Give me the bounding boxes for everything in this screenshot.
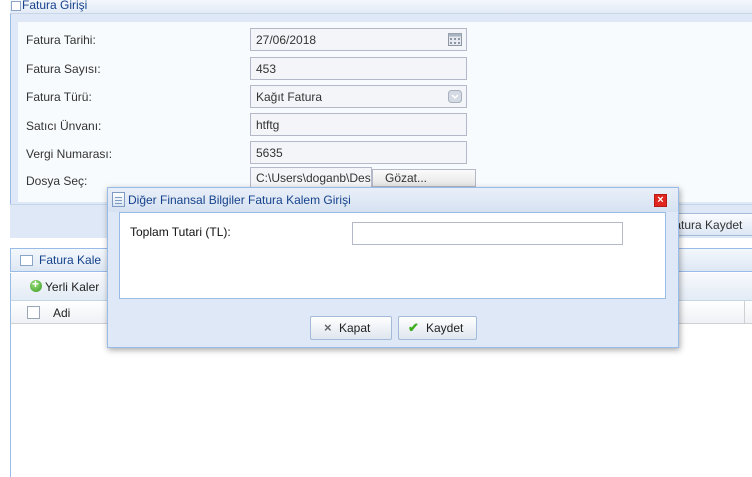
select-all-checkbox[interactable] — [27, 306, 40, 319]
label-fatura-turu: Fatura Türü: — [26, 90, 92, 104]
kalem-dialog: Diğer Finansal Bilgiler Fatura Kalem Gir… — [107, 187, 679, 348]
close-x-icon: × — [324, 320, 332, 335]
gozat-button[interactable]: Gözat... — [372, 169, 476, 187]
grid-title: Fatura Kale — [39, 253, 102, 267]
grid-icon — [20, 255, 33, 266]
panel-title: Fatura Girişi — [22, 0, 88, 12]
dialog-body: Toplam Tutari (TL): — [119, 212, 666, 299]
fatura-kaydet-label: Fatura Kaydet — [672, 218, 743, 232]
dialog-titlebar[interactable]: Diğer Finansal Bilgiler Fatura Kalem Gir… — [108, 188, 678, 212]
label-fatura-tarihi: Fatura Tarihi: — [26, 33, 96, 47]
add-icon[interactable] — [30, 277, 42, 292]
form-icon — [11, 1, 21, 11]
fatura-sayisi-field[interactable]: 453 — [250, 57, 467, 80]
fatura-sayisi-value: 453 — [256, 62, 277, 76]
vergi-numarasi-value: 5635 — [256, 146, 283, 160]
calendar-icon[interactable] — [448, 33, 462, 46]
toplam-tutar-label: Toplam Tutari (TL): — [130, 225, 231, 239]
fatura-kaydet-button[interactable]: Fatura Kaydet — [672, 213, 752, 236]
checkmark-icon: ✔ — [408, 320, 419, 335]
column-divider — [744, 301, 745, 323]
kapat-button[interactable]: × Kapat — [310, 316, 392, 340]
vergi-numarasi-field[interactable]: 5635 — [250, 141, 467, 164]
label-vergi-numarasi: Vergi Numarası: — [26, 147, 113, 161]
toplam-tutar-input[interactable] — [352, 222, 623, 245]
kaydet-button[interactable]: ✔ Kaydet — [398, 316, 477, 340]
label-satici-unvani: Satıcı Ünvanı: — [26, 119, 102, 133]
label-fatura-sayisi: Fatura Sayısı: — [26, 62, 101, 76]
kapat-label: Kapat — [339, 321, 371, 335]
fatura-tarihi-value: 27/06/2018 — [256, 33, 317, 47]
fatura-turu-select[interactable]: Kağıt Fatura — [250, 85, 467, 108]
column-adi[interactable]: Adi — [53, 306, 70, 320]
kaydet-label: Kaydet — [426, 321, 464, 335]
satici-unvani-value: htftg — [256, 118, 280, 132]
fatura-tarihi-field[interactable]: 27/06/2018 — [250, 28, 467, 51]
label-dosya-sec: Dosya Seç: — [26, 174, 88, 188]
document-icon — [112, 192, 125, 207]
dosya-path-field[interactable]: C:\Users\doganb\Desktop — [250, 167, 372, 188]
panel-header: Fatura Girişi — [10, 0, 752, 14]
dialog-title: Diğer Finansal Bilgiler Fatura Kalem Gir… — [128, 193, 351, 207]
satici-unvani-field[interactable]: htftg — [250, 113, 467, 136]
chevron-down-icon[interactable] — [448, 90, 462, 103]
close-icon[interactable]: × — [654, 194, 667, 207]
dosya-path-value: C:\Users\doganb\Desktop — [256, 171, 371, 185]
fatura-turu-value: Kağıt Fatura — [256, 90, 323, 104]
add-yerli-kalem-button[interactable]: Yerli Kaler — [45, 280, 99, 294]
